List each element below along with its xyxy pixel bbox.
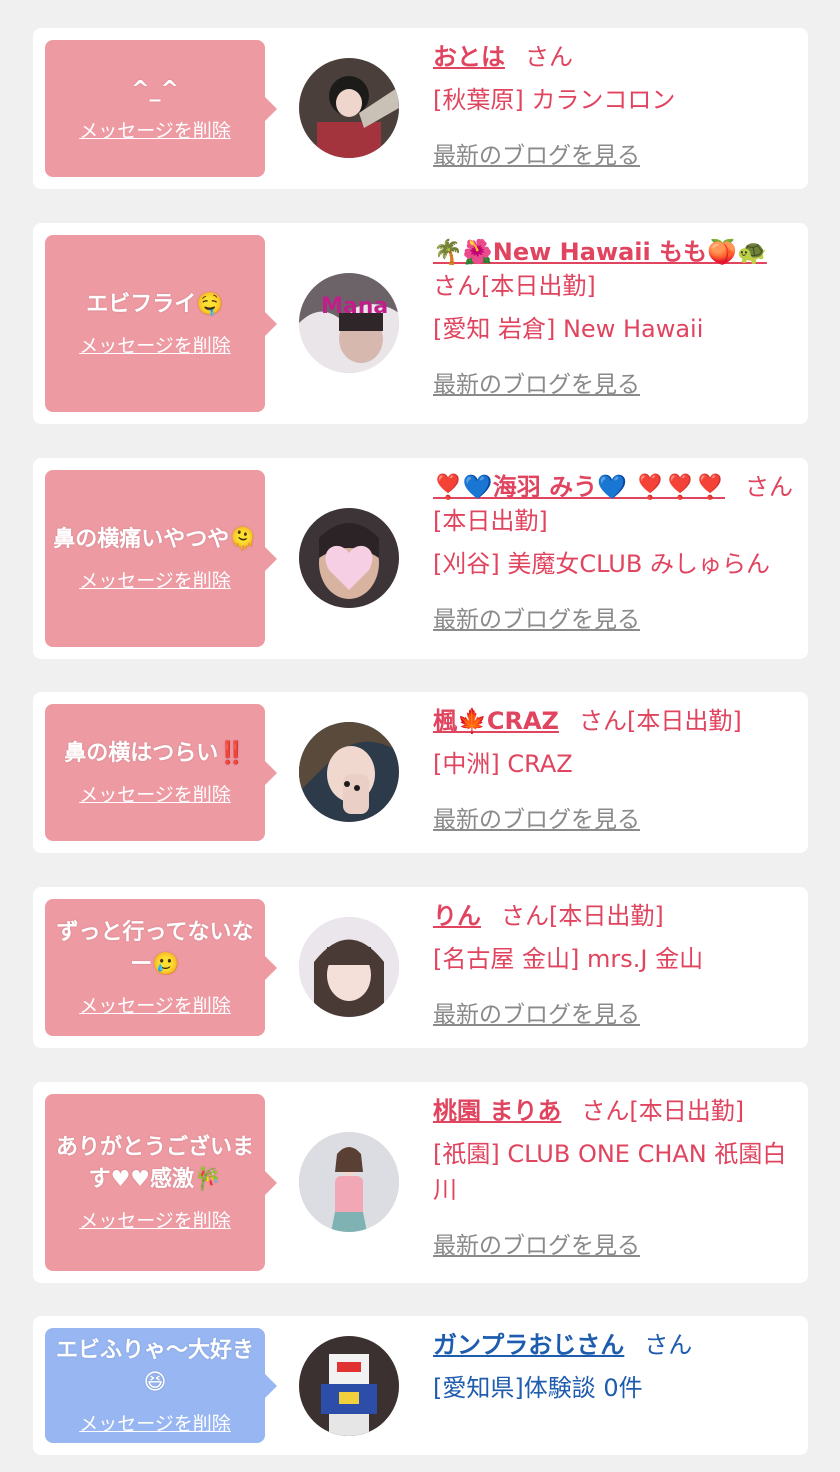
cast-name-link[interactable]: 桃園 まりあ (433, 1097, 561, 1125)
avatar[interactable] (299, 1132, 399, 1232)
message-card: ずっと行ってないなー🥲 メッセージを削除 りん さん[本日出勤] [名古屋 金山]… (33, 887, 808, 1048)
latest-blog-link[interactable]: 最新のブログを見る (433, 365, 640, 399)
shop-name: [中洲] CRAZ (433, 750, 573, 778)
avatar[interactable] (299, 58, 399, 158)
name-row: 🌴🌺New Hawaii もも🍑🐢 さん[本日出勤] (433, 235, 803, 303)
delete-message-link[interactable]: メッセージを削除 (79, 991, 231, 1018)
profile-info: りん さん[本日出勤] [名古屋 金山] mrs.J 金山 最新のブログを見る (433, 899, 803, 1029)
message-text: ずっと行ってないなー🥲 (56, 920, 254, 977)
delete-message-link[interactable]: メッセージを削除 (79, 1409, 231, 1436)
san-label: さん (644, 1331, 693, 1359)
cast-name-link[interactable]: 楓🍁CRAZ (433, 707, 559, 735)
message-bubble: ^_^ メッセージを削除 (45, 40, 277, 177)
member-name-link[interactable]: ガンプラおじさん (433, 1331, 624, 1359)
profile-info: ガンプラおじさん さん [愛知県]体験談 0件 (433, 1328, 803, 1406)
cast-name-link[interactable]: りん (433, 902, 481, 930)
status-label: [本日出勤] (549, 902, 664, 930)
message-text: エビフライ🤤 (86, 292, 224, 317)
delete-message-link[interactable]: メッセージを削除 (79, 116, 231, 143)
shop-name: [愛知 岩倉] New Hawaii (433, 315, 704, 343)
delete-message-link[interactable]: メッセージを削除 (79, 1206, 231, 1233)
cast-name-link[interactable]: ❣️💙海羽 みう💙 ❣️❣️❣️ (433, 473, 725, 501)
name-row: 桃園 まりあ さん[本日出勤] (433, 1094, 803, 1128)
profile-info: ❣️💙海羽 みう💙 ❣️❣️❣️ さん [本日出勤] [刈谷] 美魔女CLUB みし… (433, 470, 803, 634)
san-label: さん (433, 272, 481, 300)
profile-info: 🌴🌺New Hawaii もも🍑🐢 さん[本日出勤] [愛知 岩倉] New Ha… (433, 235, 803, 399)
status-label: [本日出勤] (629, 1097, 745, 1125)
avatar[interactable]: Mana (299, 273, 399, 373)
cast-name-link[interactable]: 🌴🌺New Hawaii もも🍑🐢 (433, 238, 767, 266)
shop-name: [祇園] CLUB ONE CHAN 祇園白川 (433, 1140, 787, 1204)
message-text: ありがとうございます♥♥感激🎋 (55, 1135, 254, 1192)
message-list: ^_^ メッセージを削除 おとは さん [秋葉原] カランコロン 最新のブログを見… (0, 0, 840, 1472)
profile-info: 楓🍁CRAZ さん[本日出勤] [中洲] CRAZ 最新のブログを見る (433, 704, 803, 834)
san-label: さん (581, 1097, 630, 1125)
name-row: ガンプラおじさん さん (433, 1328, 803, 1362)
message-text: 鼻の横はつらい‼️ (64, 741, 246, 766)
latest-blog-link[interactable]: 最新のブログを見る (433, 136, 640, 170)
message-bubble: エビフライ🤤 メッセージを削除 (45, 235, 277, 412)
name-row: 楓🍁CRAZ さん[本日出勤] (433, 704, 803, 738)
profile-info: おとは さん [秋葉原] カランコロン 最新のブログを見る (433, 40, 803, 170)
status-label: [本日出勤] (626, 707, 742, 735)
latest-blog-link[interactable]: 最新のブログを見る (433, 600, 640, 634)
avatar[interactable] (299, 917, 399, 1017)
name-row: りん さん[本日出勤] (433, 899, 803, 933)
cast-name-link[interactable]: おとは (433, 43, 505, 71)
san-label: さん (525, 43, 573, 71)
shop-name: [名古屋 金山] mrs.J 金山 (433, 945, 704, 973)
message-card: エビフライ🤤 メッセージを削除 Mana 🌴🌺New Hawaii もも🍑🐢 さん… (33, 223, 808, 424)
message-text: 鼻の横痛いやつや🫠 (53, 527, 257, 552)
avatar[interactable] (299, 722, 399, 822)
delete-message-link[interactable]: メッセージを削除 (79, 780, 231, 807)
avatar[interactable] (299, 1336, 399, 1436)
status-label: [本日出勤] (433, 507, 548, 535)
delete-message-link[interactable]: メッセージを削除 (79, 331, 231, 358)
name-row: ❣️💙海羽 みう💙 ❣️❣️❣️ さん [本日出勤] (433, 470, 803, 538)
message-card: エビふりゃ〜大好き😆 メッセージを削除 ガンプラおじさん さん [愛知県]体験談 … (33, 1316, 808, 1455)
shop-name: [刈谷] 美魔女CLUB みしゅらん (433, 550, 770, 578)
message-bubble: ありがとうございます♥♥感激🎋 メッセージを削除 (45, 1094, 277, 1271)
message-bubble: 鼻の横はつらい‼️ メッセージを削除 (45, 704, 277, 841)
avatar[interactable] (299, 508, 399, 608)
san-label: さん (501, 902, 549, 930)
status-label: [本日出勤] (481, 272, 596, 300)
message-card: 鼻の横はつらい‼️ メッセージを削除 楓🍁CRAZ さん[本日出勤] [中洲] C… (33, 692, 808, 853)
message-card: 鼻の横痛いやつや🫠 メッセージを削除 ❣️💙海羽 みう💙 ❣️❣️❣️ さん [本日… (33, 458, 808, 659)
message-card: ^_^ メッセージを削除 おとは さん [秋葉原] カランコロン 最新のブログを見… (33, 28, 808, 189)
name-row: おとは さん (433, 40, 803, 74)
latest-blog-link[interactable]: 最新のブログを見る (433, 995, 640, 1029)
latest-blog-link[interactable]: 最新のブログを見る (433, 800, 640, 834)
profile-info: 桃園 まりあ さん[本日出勤] [祇園] CLUB ONE CHAN 祇園白川 最… (433, 1094, 803, 1260)
shop-name: [秋葉原] カランコロン (433, 86, 676, 114)
message-bubble: 鼻の横痛いやつや🫠 メッセージを削除 (45, 470, 277, 647)
message-text: エビふりゃ〜大好き😆 (55, 1338, 254, 1395)
latest-blog-link[interactable]: 最新のブログを見る (433, 1226, 640, 1260)
message-text: ^_^ (131, 77, 179, 102)
message-bubble: ずっと行ってないなー🥲 メッセージを削除 (45, 899, 277, 1036)
review-count: [愛知県]体験談 0件 (433, 1374, 643, 1402)
delete-message-link[interactable]: メッセージを削除 (79, 566, 231, 593)
message-card: ありがとうございます♥♥感激🎋 メッセージを削除 桃園 まりあ さん[本日出勤] … (33, 1082, 808, 1283)
message-bubble: エビふりゃ〜大好き😆 メッセージを削除 (45, 1328, 277, 1443)
san-label: さん (745, 473, 794, 501)
san-label: さん (578, 707, 627, 735)
